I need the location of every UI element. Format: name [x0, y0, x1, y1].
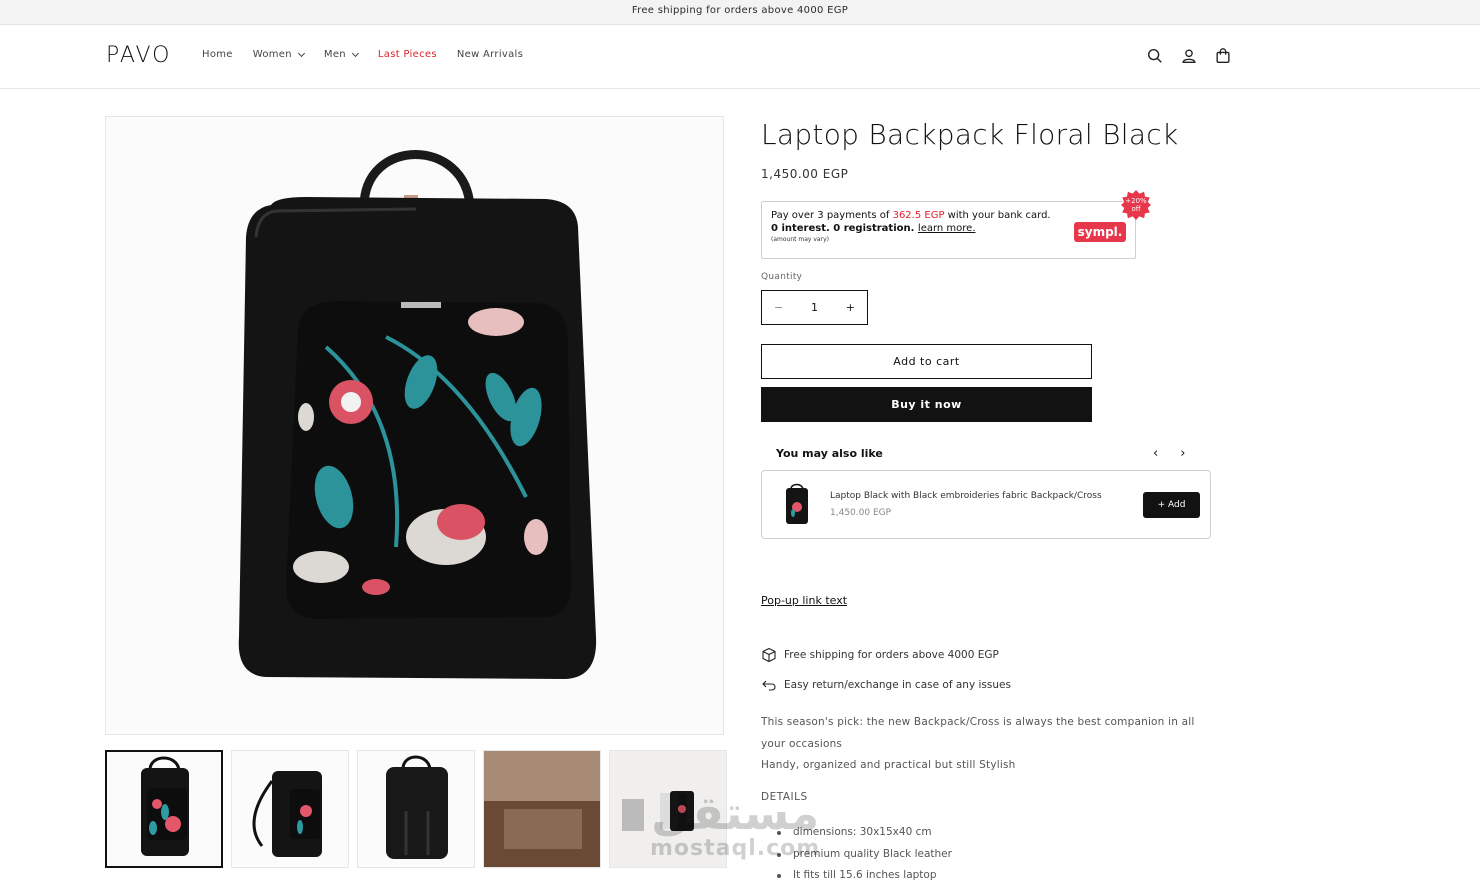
nav-last-pieces[interactable]: Last Pieces — [378, 49, 437, 60]
sympl-installment-widget[interactable]: Pay over 3 payments of 362.5 EGP with yo… — [761, 190, 1151, 259]
product-title: Laptop Backpack Floral Black — [761, 118, 1179, 151]
thumbnail-image — [141, 756, 189, 856]
site-logo[interactable]: PAVO — [106, 43, 171, 68]
nav-women-label: Women — [252, 49, 292, 60]
announcement-text: Free shipping for orders above 4000 EGP — [631, 5, 849, 16]
thumbnail-3[interactable] — [357, 750, 475, 868]
sympl-terms: 0 interest. 0 registration. — [771, 223, 915, 234]
main-nav: Home Women Men Last Pieces New Arrivals — [202, 49, 543, 60]
nav-last-pieces-label: Last Pieces — [377, 49, 437, 60]
quick-add-button[interactable]: + Add — [1143, 492, 1200, 518]
carousel-prev-button[interactable]: ‹ — [1153, 446, 1158, 461]
perk-shipping-text: Free shipping for orders above 4000 EGP — [784, 649, 999, 661]
sympl-line-2: 0 interest. 0 registration. learn more. — [771, 223, 1126, 234]
announcement-bar: Free shipping for orders above 4000 EGP — [0, 0, 1480, 25]
sympl-line-1: Pay over 3 payments of 362.5 EGP with yo… — [771, 210, 1126, 221]
popup-link[interactable]: Pop-up link text — [761, 594, 847, 607]
thumbnail-4[interactable] — [483, 750, 601, 868]
nav-home[interactable]: Home — [202, 49, 233, 60]
backpack-image — [238, 150, 597, 679]
thumbnail-image — [484, 751, 600, 867]
sympl-learn-more-link[interactable]: learn more. — [918, 223, 976, 234]
nav-men[interactable]: Men — [323, 49, 359, 60]
sympl-note: (amount may vary) — [771, 236, 829, 243]
box-icon — [762, 647, 776, 663]
watermark-latin: mostaql.com — [650, 836, 821, 861]
thumbnail-image — [252, 771, 322, 857]
recommended-product-image — [786, 483, 808, 524]
perk-return-text: Easy return/exchange in case of any issu… — [784, 679, 1011, 691]
quantity-decrease-button[interactable]: − — [774, 301, 783, 314]
chevron-down-icon — [351, 49, 359, 57]
description-line: Handy, organized and practical but still… — [761, 759, 1016, 771]
quantity-input[interactable]: 1 — [811, 301, 818, 314]
sympl-text: Pay over 3 payments of — [771, 210, 893, 221]
return-icon — [762, 680, 776, 691]
nav-women[interactable]: Women — [252, 49, 305, 60]
search-icon[interactable] — [1146, 47, 1164, 65]
chevron-down-icon — [297, 49, 305, 57]
product-description: This season's pick: the new Backpack/Cro… — [761, 712, 1201, 777]
perk-return: Easy return/exchange in case of any issu… — [761, 677, 1011, 693]
also-like-heading: You may also like — [776, 447, 883, 460]
nav-new-arrivals[interactable]: New Arrivals — [457, 49, 523, 60]
carousel-next-button[interactable]: › — [1180, 446, 1185, 461]
recommended-product-card[interactable]: Laptop Black with Black embroideries fab… — [761, 470, 1211, 539]
quantity-increase-button[interactable]: + — [846, 301, 855, 314]
watermark-arabic: مستقل — [651, 786, 820, 840]
account-icon[interactable] — [1180, 47, 1198, 65]
description-line: This season's pick: the new Backpack/Cro… — [761, 716, 1195, 750]
sympl-logo: sympl. — [1074, 222, 1126, 242]
recommended-product-name[interactable]: Laptop Black with Black embroideries fab… — [830, 491, 1102, 501]
thumbnail-2[interactable] — [231, 750, 349, 868]
add-to-cart-button[interactable]: Add to cart — [761, 344, 1092, 379]
quantity-label: Quantity — [761, 272, 803, 282]
also-like-arrows: ‹ › — [1153, 446, 1185, 461]
thumbnail-strip — [105, 750, 727, 868]
thumbnail-image — [386, 755, 448, 859]
watermark: مستقل mostaql.com — [650, 790, 820, 861]
quantity-stepper: − 1 + — [761, 290, 868, 325]
nav-home-label: Home — [202, 49, 233, 60]
product-price: 1,450.00 EGP — [761, 167, 849, 181]
nav-men-label: Men — [323, 49, 346, 60]
site-header: PAVO Home Women Men Last Pieces New Arri… — [0, 25, 1480, 89]
recommended-product-price: 1,450.00 EGP — [830, 508, 892, 518]
sympl-amount: 362.5 EGP — [892, 210, 945, 221]
header-icons — [1146, 47, 1232, 65]
cart-icon[interactable] — [1214, 47, 1232, 65]
main-product-image[interactable] — [105, 116, 724, 735]
product-info: Laptop Backpack Floral Black 1,450.00 EG… — [761, 116, 1211, 881]
perk-shipping: Free shipping for orders above 4000 EGP — [761, 647, 999, 663]
sympl-text: with your bank card. — [944, 210, 1051, 221]
buy-now-button[interactable]: Buy it now — [761, 387, 1092, 422]
thumbnail-1[interactable] — [105, 750, 223, 868]
nav-new-arrivals-label: New Arrivals — [456, 49, 524, 60]
details-item: It fits till 15.6 inches laptop — [777, 865, 952, 886]
